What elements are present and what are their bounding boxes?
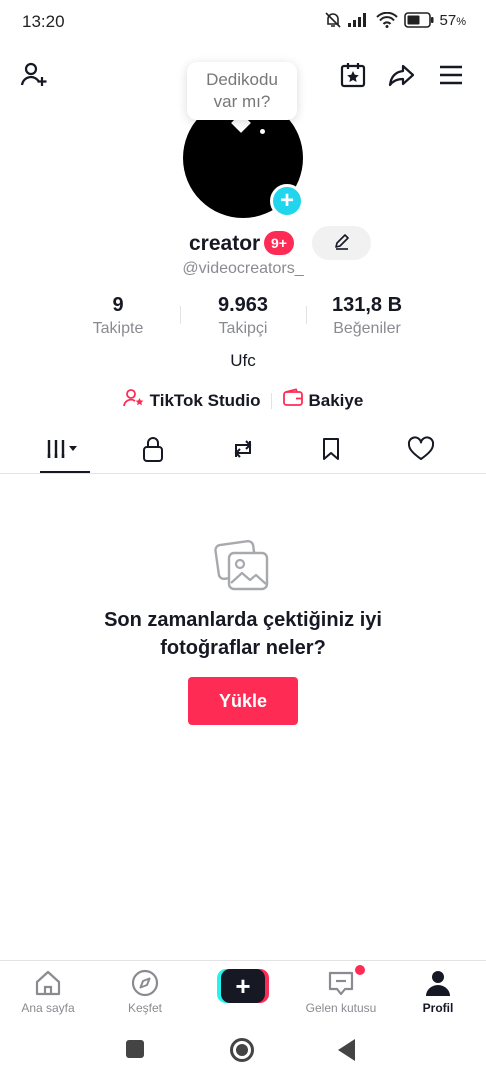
- wallet-icon: [282, 388, 304, 413]
- tab-reposts[interactable]: [213, 428, 273, 474]
- balance-label: Bakiye: [308, 390, 364, 410]
- system-nav-bar: [0, 1022, 486, 1080]
- active-tab-indicator: [40, 471, 90, 473]
- tooltip-bubble[interactable]: Dedikodu var mı?: [187, 62, 297, 120]
- tooltip-line2: var mı?: [213, 92, 271, 111]
- stat-value: 9: [112, 294, 124, 316]
- tiktok-studio-label: TikTok Studio: [149, 390, 261, 410]
- profile-icon: [393, 967, 483, 999]
- share-icon[interactable]: [384, 58, 418, 92]
- inbox-icon: [296, 967, 386, 999]
- recents-icon[interactable]: [126, 1040, 144, 1058]
- avatar-dot: [260, 129, 265, 134]
- stat-value: 9.963: [217, 294, 269, 316]
- creator-studio-icon: [122, 388, 145, 413]
- menu-icon[interactable]: [434, 58, 468, 92]
- profile-tabs: [0, 428, 486, 474]
- tab-bookmarks[interactable]: [301, 428, 361, 474]
- calendar-star-icon[interactable]: [336, 58, 370, 92]
- nav-home[interactable]: Ana sayfa: [3, 967, 93, 1015]
- stat-value: 131,8 B: [331, 294, 403, 316]
- back-icon[interactable]: [338, 1039, 355, 1061]
- tab-private[interactable]: [123, 428, 183, 474]
- battery-icon: [403, 12, 434, 28]
- signal-icon: [347, 13, 370, 27]
- nav-home-label: Ana sayfa: [21, 1001, 75, 1015]
- bottom-nav: Ana sayfa Keşfet + Gelen kutusu Profil: [0, 960, 486, 1020]
- heart-icon: [407, 435, 435, 467]
- tab-liked[interactable]: [391, 428, 451, 474]
- stat-label: Beğeniler: [333, 320, 401, 337]
- profile-handle: @videocreators_: [182, 260, 304, 277]
- nav-profile[interactable]: Profil: [393, 967, 483, 1015]
- nav-profile-label: Profil: [422, 1001, 454, 1015]
- notification-badge[interactable]: 9+: [264, 231, 294, 255]
- stat-likes[interactable]: 131,8 B Beğeniler: [317, 294, 417, 338]
- videos-grid-icon: [45, 436, 85, 467]
- balance-link[interactable]: Bakiye: [282, 388, 364, 413]
- home-system-icon[interactable]: [230, 1038, 254, 1062]
- repost-icon: [229, 435, 257, 468]
- bookmark-icon: [319, 435, 343, 468]
- empty-state-line2: fotoğraflar neler?: [160, 637, 326, 659]
- stat-divider: [180, 306, 181, 324]
- tooltip-line1: Dedikodu: [206, 70, 278, 89]
- add-friend-icon[interactable]: [17, 58, 51, 92]
- profile-bio: Ufc: [230, 351, 256, 370]
- upload-button[interactable]: Yükle: [188, 677, 298, 725]
- create-plus-icon: +: [221, 969, 265, 1003]
- empty-state-message: Son zamanlarda çektiğiniz iyi fotoğrafla…: [60, 606, 426, 662]
- nav-inbox[interactable]: Gelen kutusu: [296, 967, 386, 1015]
- tab-videos[interactable]: [35, 428, 95, 474]
- add-avatar-button[interactable]: +: [270, 184, 304, 218]
- bell-muted-icon: [324, 11, 342, 29]
- tiktok-studio-link[interactable]: TikTok Studio: [122, 388, 261, 413]
- create-button[interactable]: +: [217, 969, 269, 1003]
- nav-discover[interactable]: Keşfet: [100, 967, 190, 1015]
- stat-followers[interactable]: 9.963 Takipçi: [198, 294, 288, 338]
- compass-icon: [100, 967, 190, 999]
- link-divider: [270, 392, 272, 409]
- battery-percent: 57%: [439, 11, 466, 29]
- empty-state-line1: Son zamanlarda çektiğiniz iyi: [104, 609, 382, 631]
- wifi-icon: [375, 12, 398, 28]
- home-icon: [3, 967, 93, 999]
- profile-links: TikTok Studio Bakiye: [0, 388, 486, 413]
- photos-icon: [213, 537, 273, 595]
- home-system-dot: [236, 1044, 248, 1056]
- plus-icon: +: [279, 187, 294, 214]
- stat-divider: [306, 306, 307, 324]
- nav-inbox-label: Gelen kutusu: [305, 1001, 377, 1015]
- stat-label: Takipte: [92, 320, 144, 337]
- lock-icon: [140, 435, 166, 468]
- edit-profile-button[interactable]: [312, 226, 371, 260]
- inbox-notification-dot: [355, 965, 365, 975]
- status-time: 13:20: [22, 12, 65, 31]
- nav-discover-label: Keşfet: [127, 1001, 163, 1015]
- status-icons: 57%: [324, 11, 466, 29]
- stat-following[interactable]: 9 Takipte: [78, 294, 158, 338]
- stat-label: Takipçi: [218, 320, 268, 337]
- pencil-icon: [333, 232, 351, 255]
- username: creator: [189, 232, 261, 255]
